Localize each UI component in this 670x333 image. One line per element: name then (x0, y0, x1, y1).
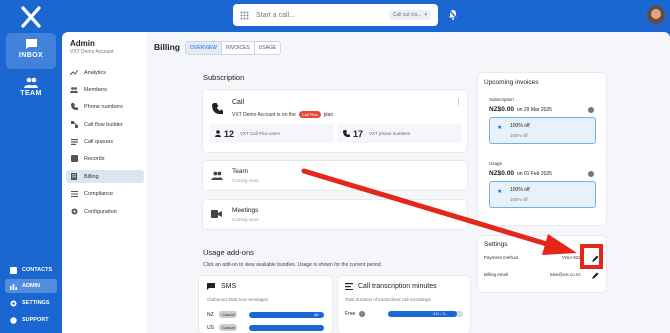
annotation-arrow (301, 168, 577, 255)
